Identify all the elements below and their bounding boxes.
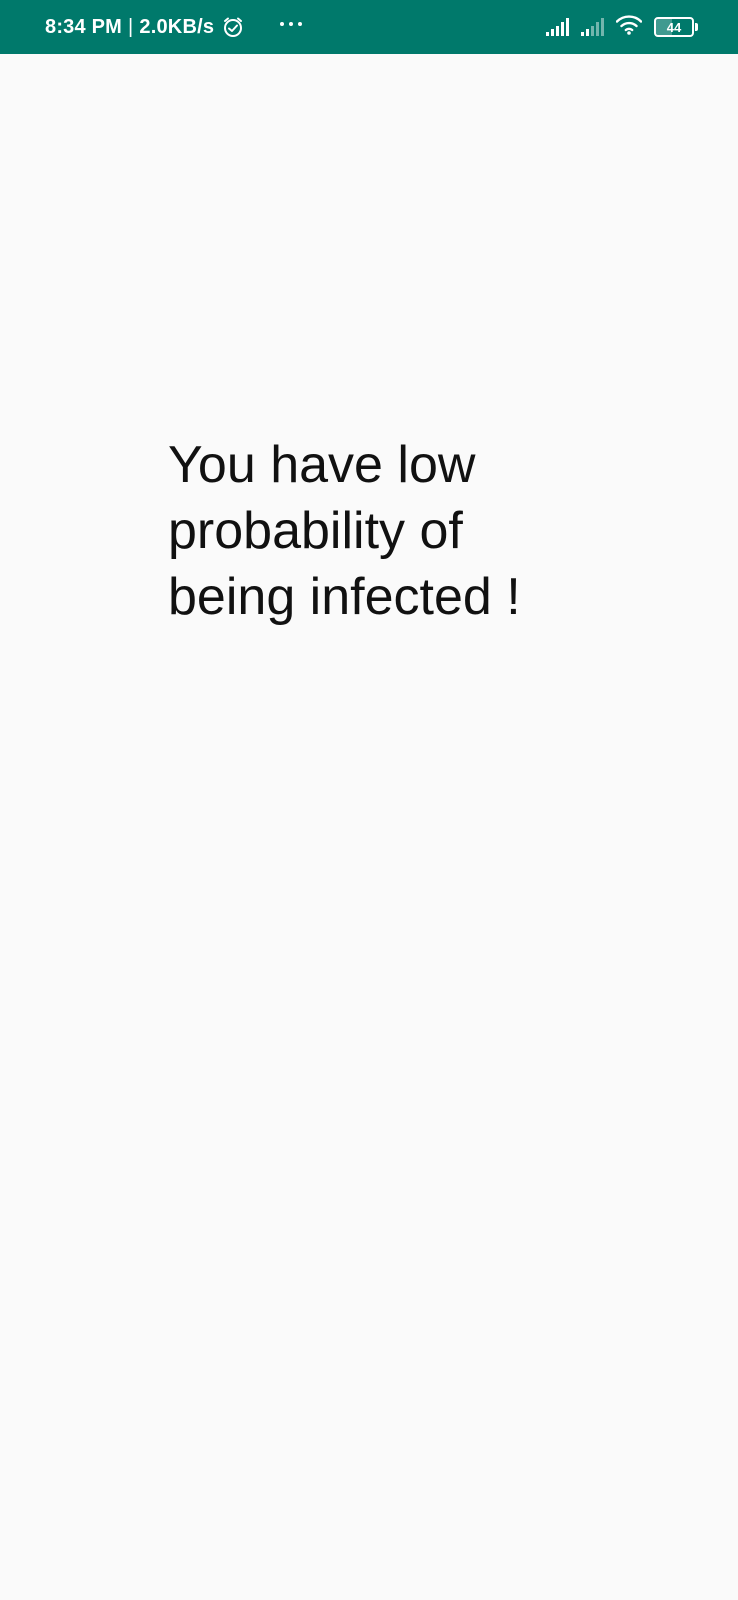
battery-body: 44 xyxy=(654,17,694,37)
status-time: 8:34 PM xyxy=(45,15,122,38)
battery-level: 44 xyxy=(666,19,682,35)
battery-icon: 44 xyxy=(654,17,698,37)
cellular-signal-icon xyxy=(546,18,569,36)
battery-tip xyxy=(695,23,698,31)
status-bar-left: 8:34 PM | 2.0KB/s xyxy=(45,0,244,54)
status-bar-right: 44 xyxy=(546,0,698,54)
wifi-icon xyxy=(615,14,643,40)
more-horizontal-icon xyxy=(280,22,302,26)
result-message: You have low probability of being infect… xyxy=(168,436,521,626)
network-speed: 2.0KB/s xyxy=(139,15,215,38)
alarm-clock-icon xyxy=(222,16,244,38)
status-separator: | xyxy=(128,15,134,38)
status-bar: 8:34 PM | 2.0KB/s 44 xyxy=(0,0,738,54)
cellular-signal-icon xyxy=(581,18,604,36)
